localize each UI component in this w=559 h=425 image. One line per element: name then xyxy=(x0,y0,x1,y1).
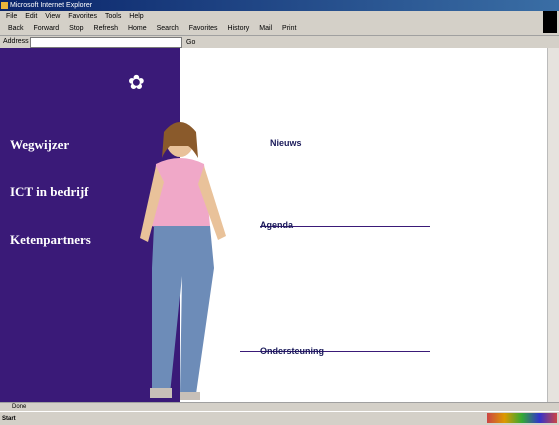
menu-bar: File Edit View Favorites Tools Help xyxy=(0,11,559,22)
refresh-button[interactable]: Refresh xyxy=(94,25,119,32)
menu-edit[interactable]: Edit xyxy=(25,13,37,20)
window-titlebar: Microsoft Internet Explorer xyxy=(0,0,559,11)
history-button[interactable]: History xyxy=(228,25,250,32)
nav-item-ict[interactable]: ICT in bedrijf xyxy=(10,183,89,201)
nav-item-wegwijzer[interactable]: Wegwijzer xyxy=(10,136,69,154)
home-button[interactable]: Home xyxy=(128,25,147,32)
nav-item-label: ICT in bedrijf xyxy=(10,184,89,199)
stop-button[interactable]: Stop xyxy=(69,25,83,32)
nav-item-ketenpartners[interactable]: Ketenpartners xyxy=(10,231,91,249)
menu-view[interactable]: View xyxy=(45,13,60,20)
forward-button[interactable]: Forward xyxy=(34,25,60,32)
nav-item-label: Wegwijzer xyxy=(10,137,70,152)
browser-icon xyxy=(1,2,8,9)
print-button[interactable]: Print xyxy=(282,25,296,32)
section-title-agenda: Agenda xyxy=(260,220,294,230)
menu-favorites[interactable]: Favorites xyxy=(68,13,97,20)
menu-file[interactable]: File xyxy=(6,13,17,20)
status-text: Done xyxy=(12,404,27,410)
taskbar: Start xyxy=(0,411,559,424)
vertical-scrollbar[interactable] xyxy=(547,48,559,402)
browser-throbber-icon xyxy=(543,11,557,33)
section-title-nieuws: Nieuws xyxy=(270,138,302,148)
start-button[interactable]: Start xyxy=(2,413,16,425)
toolbar: Back Forward Stop Refresh Home Search Fa… xyxy=(0,22,559,36)
section-title-ondersteuning: Ondersteuning xyxy=(260,346,325,356)
back-button[interactable]: Back xyxy=(8,25,24,32)
page-viewport: ✿ Wegwijzer ICT in bedrijf Ketenpartners… xyxy=(0,48,547,402)
address-input[interactable] xyxy=(30,37,182,48)
address-label: Address xyxy=(3,38,29,45)
system-tray xyxy=(487,413,557,423)
site-logo: ✿ xyxy=(128,72,145,94)
menu-tools[interactable]: Tools xyxy=(105,13,121,20)
favorites-button[interactable]: Favorites xyxy=(189,25,218,32)
window-title: Microsoft Internet Explorer xyxy=(10,2,93,9)
main-content: Nieuws Agenda Ondersteuning xyxy=(185,48,545,402)
nav-item-label: Ketenpartners xyxy=(10,232,91,247)
menu-help[interactable]: Help xyxy=(129,13,143,20)
mail-button[interactable]: Mail xyxy=(259,25,272,32)
search-button[interactable]: Search xyxy=(157,25,179,32)
address-bar: Address Go xyxy=(0,36,559,48)
